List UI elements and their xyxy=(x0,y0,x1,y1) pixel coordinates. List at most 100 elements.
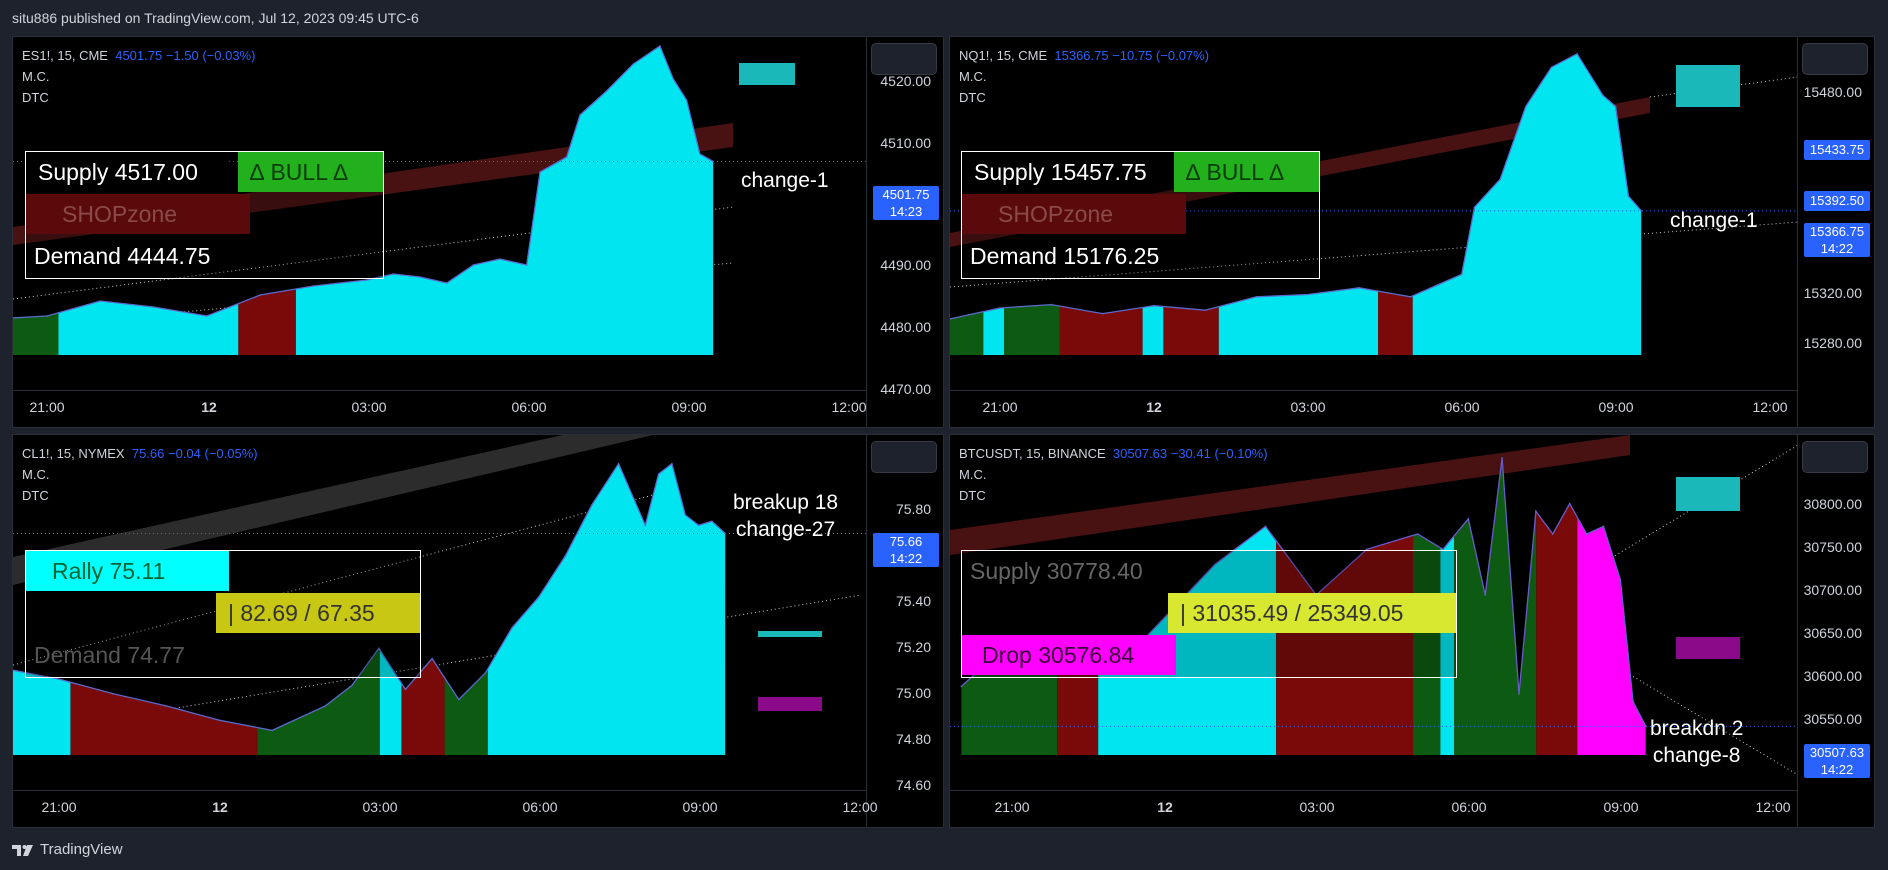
bull-badge: ∆ BULL ∆ xyxy=(238,152,383,192)
breakup-note: breakup 18 change-27 xyxy=(733,489,838,543)
time-axis[interactable]: 21:00 12 03:00 06:00 09:00 12:00 xyxy=(13,390,867,427)
data-point xyxy=(960,685,963,688)
drop-label: Drop 30576.84 xyxy=(962,635,1176,675)
supply-label: Supply 4517.00 xyxy=(26,152,226,192)
x-tick: 21:00 xyxy=(982,399,1018,415)
x-tick: 12 xyxy=(1157,799,1173,815)
indicator-value: 15392.50 xyxy=(1809,193,1865,208)
y-tick: 15320.00 xyxy=(1803,285,1862,301)
chart-panel-es[interactable]: ES1!, 15, CME 4501.75 −1.50 (−0.03%) M.C… xyxy=(12,36,944,428)
y-tick: 75.80 xyxy=(895,501,931,517)
x-tick: 06:00 xyxy=(1444,399,1480,415)
data-point xyxy=(1576,53,1578,55)
data-point xyxy=(1204,309,1206,312)
x-tick: 12 xyxy=(212,799,228,815)
time-axis[interactable]: 21:00 12 03:00 06:00 09:00 12:00 xyxy=(950,390,1798,427)
quote-label: 15366.75 −10.75 (−0.07%) xyxy=(1054,48,1210,63)
axis-settings-button[interactable] xyxy=(871,441,937,473)
indicator-tag: 15433.75 xyxy=(1804,140,1870,160)
tradingview-footer[interactable]: TradingView xyxy=(12,841,123,858)
demand-label: Demand 74.77 xyxy=(34,642,185,668)
chart-legend: NQ1!, 15, CME 15366.75 −10.75 (−0.07%) M… xyxy=(959,45,1209,108)
data-point xyxy=(1473,206,1476,208)
symbol-label: NQ1!, 15, CME xyxy=(959,48,1048,63)
data-point xyxy=(1518,693,1520,695)
price-axis[interactable]: 4520.00 4510.00 4490.00 4480.00 4470.00 … xyxy=(866,37,943,427)
data-point xyxy=(1552,533,1554,535)
price-value: 4501.75 xyxy=(882,187,930,202)
price-axis[interactable]: 15480.00 15320.00 15280.00 15433.75 1539… xyxy=(1797,37,1874,427)
indicator-mc: M.C. xyxy=(959,467,987,482)
shopzone-label: SHOPzone xyxy=(26,194,250,234)
data-point xyxy=(684,514,687,516)
x-tick: 09:00 xyxy=(1598,399,1634,415)
bar-countdown: 14:22 xyxy=(889,551,923,566)
data-point xyxy=(164,705,167,707)
supply-label: Supply 30778.40 xyxy=(970,558,1143,584)
data-point xyxy=(1619,579,1622,581)
chart-legend: ES1!, 15, CME 4501.75 −1.50 (−0.03%) M.C… xyxy=(22,45,255,108)
y-tick: 4520.00 xyxy=(880,73,931,89)
data-point xyxy=(419,276,421,278)
y-tick: 30550.00 xyxy=(1803,711,1862,727)
time-axis[interactable]: 21:00 12 03:00 06:00 09:00 12:00 xyxy=(950,790,1798,827)
zone-marker xyxy=(758,631,822,637)
chart-panel-nq[interactable]: NQ1!, 15, CME 15366.75 −10.75 (−0.07%) M… xyxy=(949,36,1875,428)
data-point xyxy=(591,503,593,506)
x-tick: 12:00 xyxy=(831,399,867,415)
zone-info-box: Rally 75.11 | 82.69 / 67.35 Demand 74.77 xyxy=(25,550,421,678)
price-value: 30507.63 xyxy=(1809,745,1865,760)
data-point xyxy=(1255,296,1258,298)
data-point xyxy=(58,678,60,680)
zone-marker xyxy=(1676,65,1740,107)
data-point xyxy=(472,264,475,266)
data-point xyxy=(697,524,700,527)
price-axis[interactable]: 30800.00 30750.00 30700.00 30650.00 3060… xyxy=(1797,435,1874,827)
price-axis[interactable]: 75.80 75.40 75.20 75.00 74.80 74.60 75.6… xyxy=(866,435,943,827)
time-axis[interactable]: 21:00 12 03:00 06:00 09:00 12:00 xyxy=(13,790,878,827)
data-point xyxy=(1501,457,1503,459)
data-point xyxy=(1050,303,1053,306)
data-point xyxy=(446,282,448,284)
y-tick: 4510.00 xyxy=(880,135,931,151)
chart-panel-cl[interactable]: CL1!, 15, NYMEX 75.66 −0.04 (−0.05%) M.C… xyxy=(12,434,944,828)
axis-settings-button[interactable] xyxy=(1802,43,1868,75)
price-value: 75.66 xyxy=(889,534,923,549)
data-point xyxy=(671,462,673,465)
area-segment xyxy=(1412,53,1642,355)
price-value: 15366.75 xyxy=(1809,224,1865,239)
y-tick: 75.00 xyxy=(895,685,931,701)
chart-panel-btc[interactable]: BTCUSDT, 15, BINANCE 30507.63 −30.41 (−0… xyxy=(949,434,1875,828)
data-point xyxy=(657,473,660,475)
data-point xyxy=(1484,594,1486,596)
data-point xyxy=(1602,94,1604,96)
data-point xyxy=(685,99,688,101)
data-point xyxy=(1568,502,1571,505)
last-price-tag: 30507.63 14:22 xyxy=(1804,744,1870,778)
note-line: change-8 xyxy=(1652,744,1741,767)
y-tick: 75.20 xyxy=(895,639,931,655)
data-point xyxy=(259,294,261,296)
data-point xyxy=(1409,296,1412,298)
y-tick: 4470.00 xyxy=(880,381,931,397)
data-point xyxy=(1585,533,1588,535)
data-point xyxy=(1358,287,1360,289)
y-tick: 30750.00 xyxy=(1803,539,1862,555)
rally-label: Rally 75.11 xyxy=(26,551,229,591)
indicator-mc: M.C. xyxy=(22,467,50,482)
data-point xyxy=(539,171,541,173)
axis-settings-button[interactable] xyxy=(1802,441,1868,473)
indicator-tag: 15392.50 xyxy=(1804,191,1870,211)
data-point xyxy=(1614,105,1617,108)
zone-marker xyxy=(758,697,822,711)
note-line: breakup 18 xyxy=(733,491,839,514)
indicator-mc: M.C. xyxy=(22,69,50,84)
data-point xyxy=(711,520,713,522)
axis-settings-button[interactable] xyxy=(871,43,937,75)
y-tick: 30650.00 xyxy=(1803,625,1862,641)
x-tick: 12:00 xyxy=(842,799,878,815)
x-tick: 09:00 xyxy=(1603,799,1639,815)
x-tick: 03:00 xyxy=(351,399,387,415)
data-point xyxy=(537,596,540,598)
data-point xyxy=(525,264,528,266)
